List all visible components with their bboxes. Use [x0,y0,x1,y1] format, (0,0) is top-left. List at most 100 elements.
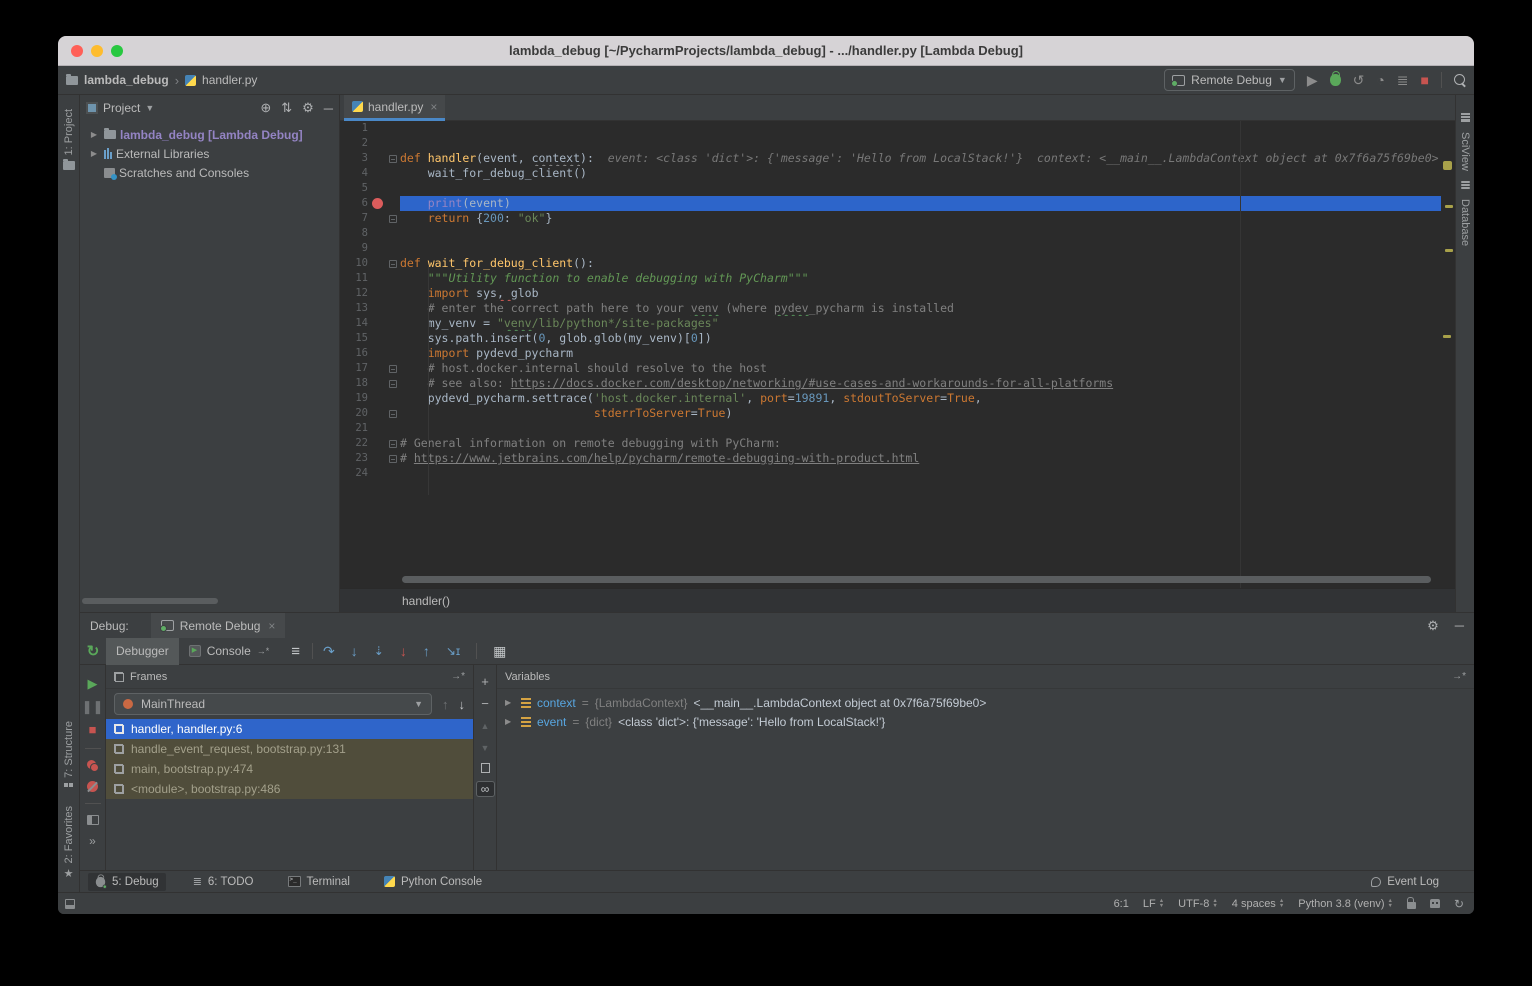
code-area[interactable]: 1 2 3 def handler(event, context): event… [340,121,1455,576]
code-line[interactable]: 16 import pydevd_pycharm [340,346,1441,361]
stack-frame[interactable]: handle_event_request, bootstrap.py:131 [106,739,473,759]
collapse-all-icon[interactable]: ⇅ [281,100,292,116]
code-line[interactable]: 14 my_venv = "venv/lib/python*/site-pack… [340,316,1441,331]
layout-menu-icon[interactable]: ≡ [291,643,300,660]
tool-stripe-sciview[interactable]: SciView [1459,132,1471,171]
inspections-icon[interactable] [1430,899,1440,908]
stack-frame[interactable]: handler, handler.py:6 [106,719,473,739]
stop-button[interactable]: ■ [1421,72,1429,88]
gutter[interactable]: 10 [340,256,400,271]
line-ending-selector[interactable]: LF ▲▼ [1143,898,1164,910]
lock-icon[interactable] [1407,902,1416,909]
move-up-icon[interactable]: ▲ [481,719,490,733]
gutter[interactable]: 24 [340,466,400,481]
gutter[interactable]: 14 [340,316,400,331]
step-into-icon[interactable]: ↓ [351,643,358,659]
tool-stripe-favorites[interactable]: 2: Favorites [63,806,75,863]
variable-row[interactable]: ▶ context = {LambdaContext} <__main__.La… [497,693,1474,712]
tool-stripe-database[interactable]: Database [1459,199,1471,246]
run-button[interactable]: ▶ [1307,72,1318,88]
toolbar-tab-terminal[interactable]: Terminal [281,873,357,891]
force-step-into-icon[interactable]: ⇣ [374,644,384,658]
toolbar-tab-python-console[interactable]: Python Console [377,873,489,891]
gutter[interactable]: 15 [340,331,400,346]
step-over-icon[interactable]: ↷ [323,643,335,660]
code-line[interactable]: 12 import sys, glob [340,286,1441,301]
variable-row[interactable]: ▶ event = {dict} <class 'dict'>: {'messa… [497,712,1474,731]
stack-frame[interactable]: main, bootstrap.py:474 [106,759,473,779]
gutter[interactable]: 9 [340,241,400,256]
fold-icon[interactable] [389,260,397,268]
move-down-icon[interactable]: ▼ [481,741,490,755]
pin-icon[interactable]: →* [451,671,465,682]
stack-frame[interactable]: <module>, bootstrap.py:486 [106,779,473,799]
code-line[interactable]: 15 sys.path.insert(0, glob.glob(my_venv)… [340,331,1441,346]
breadcrumb-project[interactable]: lambda_debug [84,73,169,87]
hide-panel-icon[interactable]: ─ [324,101,333,116]
inspection-indicator[interactable] [1443,161,1452,170]
code-line[interactable]: 20 stderrToServer=True) [340,406,1441,421]
warning-mark[interactable] [1443,335,1451,338]
breadcrumb-file[interactable]: handler.py [202,73,257,87]
code-line[interactable]: 17 # host.docker.internal should resolve… [340,361,1441,376]
expand-arrow-icon[interactable]: ▶ [88,130,100,139]
tree-item[interactable]: ▶ External Libraries [80,144,339,163]
gear-icon[interactable]: ⚙ [302,100,314,116]
mute-breakpoints-icon[interactable] [87,781,98,792]
update-icon[interactable]: ↻ [1454,897,1464,911]
gear-icon[interactable]: ⚙ [1427,618,1439,634]
editor-hscrollbar[interactable] [402,576,1431,583]
gutter[interactable]: 1 [340,121,400,136]
gutter[interactable]: 22 [340,436,400,451]
more-icon[interactable]: » [89,834,96,848]
tab-console[interactable]: Console →* [179,638,280,665]
fold-icon[interactable] [389,440,397,448]
fold-icon[interactable] [389,215,397,223]
breakpoint-dot[interactable] [372,198,383,209]
restore-layout-icon[interactable] [87,815,99,825]
fold-icon[interactable] [389,365,397,373]
encoding-selector[interactable]: UTF-8 ▲▼ [1178,898,1218,910]
view-breakpoints-icon[interactable] [87,760,99,772]
code-line[interactable]: 7 return {200: "ok"} [340,211,1441,226]
gutter[interactable]: 12 [340,286,400,301]
toolbar-tab-todo[interactable]: ≣ 6: TODO [186,873,261,891]
tool-stripe-structure[interactable]: 7: Structure [63,721,75,778]
code-line[interactable]: 3 def handler(event, context): event: <c… [340,151,1441,166]
search-everywhere-icon[interactable] [1454,74,1466,86]
editor-tab-handler[interactable]: handler.py × [344,95,445,121]
next-frame-icon[interactable]: ↓ [459,697,466,712]
gutter[interactable]: 11 [340,271,400,286]
interpreter-selector[interactable]: Python 3.8 (venv) ▲▼ [1298,898,1393,910]
tree-item[interactable]: ▶ lambda_debug [Lambda Debug] [80,125,339,144]
gutter[interactable]: 17 [340,361,400,376]
locate-file-icon[interactable]: ⊕ [260,100,271,116]
project-hscrollbar[interactable] [82,598,218,604]
warning-mark[interactable] [1445,205,1453,208]
show-watches-toggle[interactable]: ∞ [476,781,495,797]
add-watch-icon[interactable]: + [481,675,489,689]
run-to-cursor-icon[interactable]: ↘ɪ [446,644,460,658]
gutter[interactable]: 19 [340,391,400,406]
rerun-icon[interactable]: ↻ [80,642,106,660]
gutter[interactable]: 20 [340,406,400,421]
expand-arrow-icon[interactable]: ▶ [88,149,100,158]
step-into-my-code-icon[interactable]: ↓ [400,643,407,659]
caret-position[interactable]: 6:1 [1114,898,1129,910]
gutter[interactable]: 16 [340,346,400,361]
code-line[interactable]: 5 [340,181,1441,196]
debug-session-tab[interactable]: Remote Debug × [151,613,286,638]
code-line[interactable]: 2 [340,136,1441,151]
code-line[interactable]: 4 wait_for_debug_client() [340,166,1441,181]
debug-button[interactable] [1330,74,1341,86]
gutter[interactable]: 13 [340,301,400,316]
expand-arrow-icon[interactable]: ▶ [505,717,515,726]
code-line[interactable]: 8 [340,226,1441,241]
concurrency-button[interactable]: ≣ [1397,72,1409,88]
fold-icon[interactable] [389,380,397,388]
code-line[interactable]: 13 # enter the correct path here to your… [340,301,1441,316]
close-session-icon[interactable]: × [268,619,275,633]
gutter[interactable]: 7 [340,211,400,226]
step-out-icon[interactable]: ↑ [423,643,430,659]
gutter[interactable]: 23 [340,451,400,466]
